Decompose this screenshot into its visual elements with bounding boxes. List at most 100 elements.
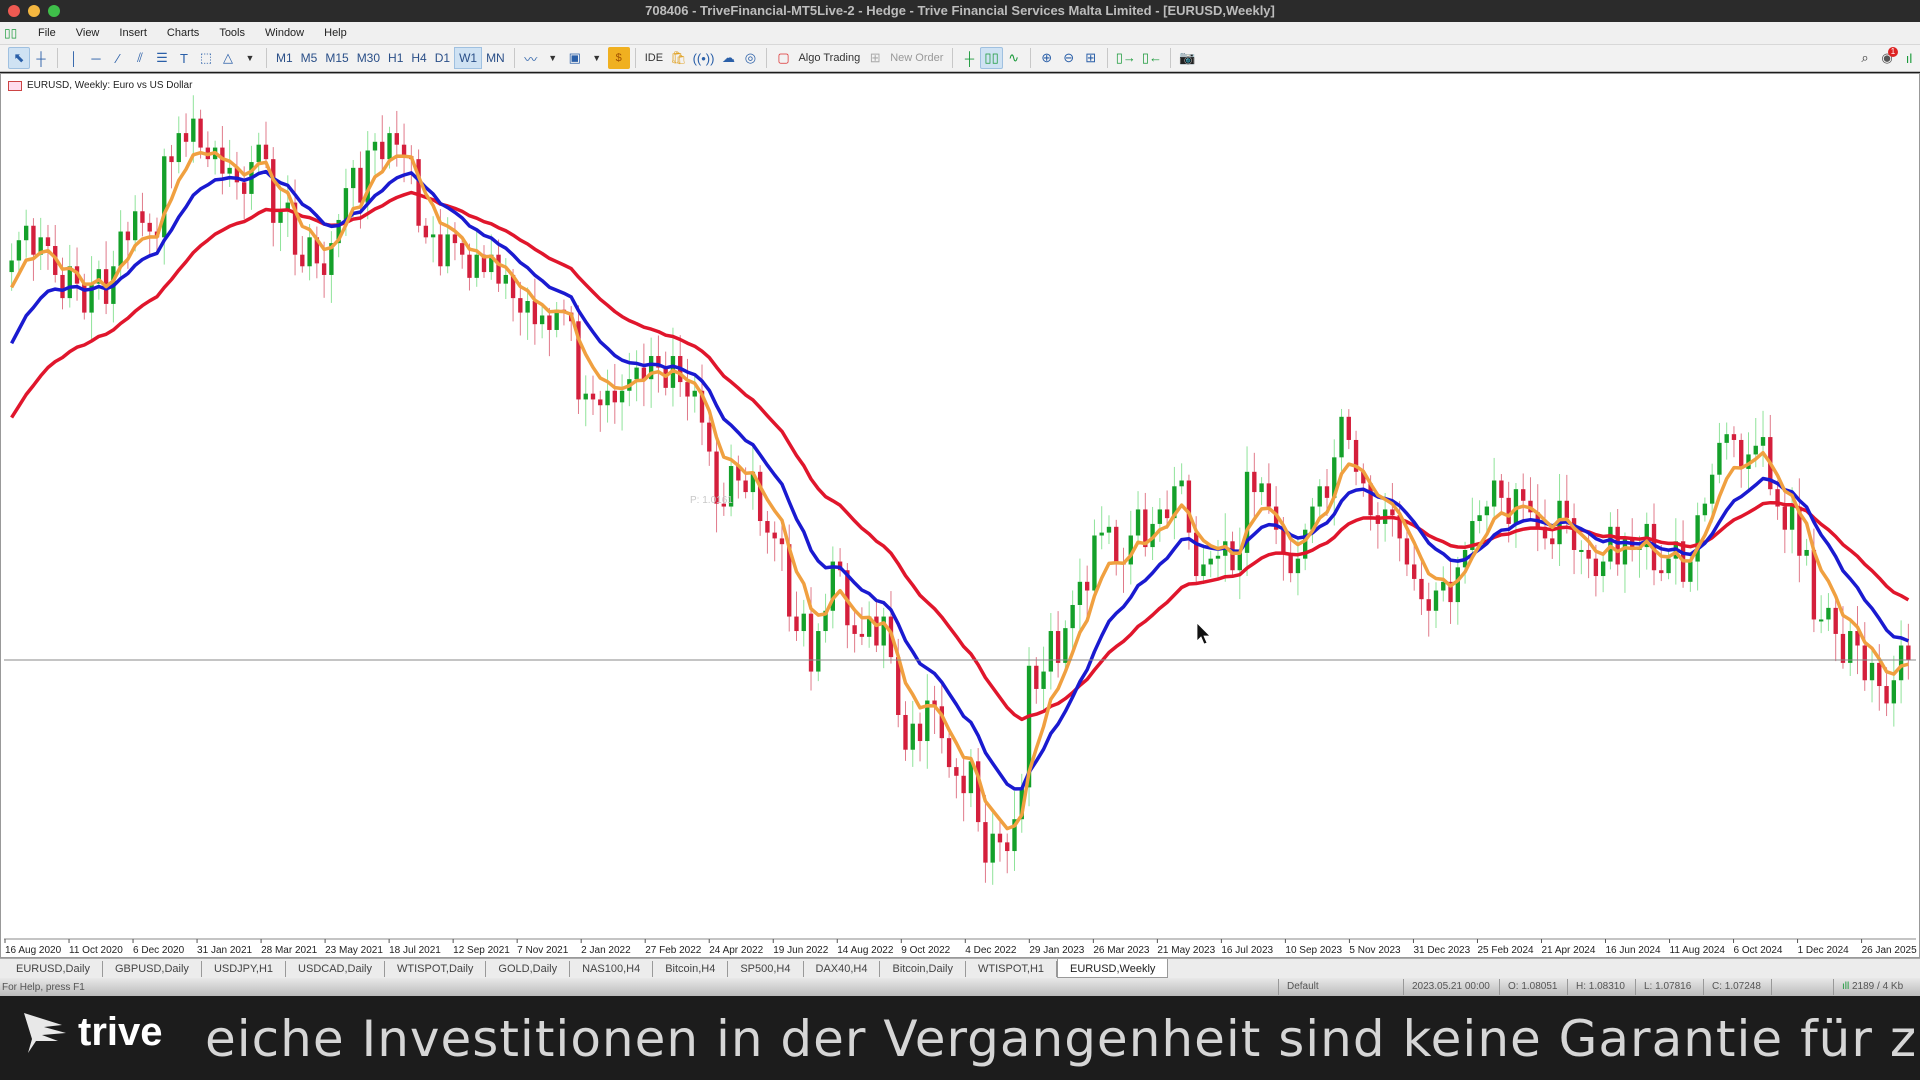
shapes-tool-icon[interactable]: △ [217,47,239,69]
timeframe-d1[interactable]: D1 [431,47,454,69]
price-chart[interactable]: 16 Aug 2020 11 Oct 2020 6 Dec 2020 31 Jan 2… [0,73,1920,958]
new-order-button[interactable]: New Order [886,52,947,64]
status-connection[interactable]: ıll 2189 / 4 Kb [1833,979,1920,995]
tab-dax40-h4[interactable]: DAX40,H4 [804,961,881,977]
menu-charts[interactable]: Charts [167,27,199,39]
time-tick-label: 21 Apr 2024 [1541,945,1595,956]
timeframe-w1[interactable]: W1 [454,47,483,69]
crosshair-tool-icon[interactable]: ┼ [30,47,52,69]
rectangle-tool-icon[interactable]: ⬚ [195,47,217,69]
time-tick-label: 4 Dec 2022 [965,945,1017,956]
channel-icon[interactable]: ⫽ [129,47,151,69]
deposit-icon[interactable]: $ [607,47,630,69]
vertical-line-icon[interactable]: │ [63,47,85,69]
maximize-window-button[interactable] [48,5,60,17]
tab-bitcoin-h4[interactable]: Bitcoin,H4 [653,961,729,977]
auto-scroll-icon[interactable]: ▯→ [1113,47,1139,69]
status-close: C: 1.07248 [1703,979,1771,995]
tab-sp500-h4[interactable]: SP500,H4 [728,961,804,977]
tab-nas100-h4[interactable]: NAS100,H4 [570,961,654,977]
indicators-dropdown-icon[interactable]: ▼ [542,47,564,69]
menu-tools[interactable]: Tools [219,27,245,39]
tab-wtispot-h1[interactable]: WTISPOT,H1 [966,961,1058,977]
ide-button[interactable]: IDE [641,52,667,64]
text-tool-icon[interactable]: T [173,47,195,69]
indicators-icon[interactable]: 〰 [520,47,542,69]
account-icon[interactable]: ◉ 1 [1876,47,1898,69]
zoom-in-icon[interactable]: ⊕ [1036,47,1058,69]
candle-bullish [307,237,312,267]
algo-trading-button[interactable]: Algo Trading [794,52,864,64]
candle-bearish [198,118,203,148]
menu-insert[interactable]: Insert [119,27,147,39]
candle-bullish [256,144,261,163]
timeframe-m1[interactable]: M1 [272,47,297,69]
signals-icon[interactable]: ((•)) [690,47,718,69]
search-icon[interactable]: ⌕ [1854,47,1876,69]
chart-shift-icon[interactable]: ▯← [1139,47,1165,69]
chart-tabs: EURUSD,Daily GBPUSD,Daily USDJPY,H1 USDC… [0,958,1920,978]
timeframe-m15[interactable]: M15 [321,47,352,69]
shapes-dropdown-icon[interactable]: ▼ [239,47,261,69]
status-datetime: 2023.05.21 00:00 [1403,979,1499,995]
candle-bearish [917,723,923,742]
minimize-window-button[interactable] [28,5,40,17]
candle-bullish [351,167,356,189]
candle-bearish [1390,509,1395,516]
tab-wtispot-daily[interactable]: WTISPOT,Daily [385,961,487,977]
zoom-out-icon[interactable]: ⊖ [1058,47,1080,69]
menu-help[interactable]: Help [324,27,347,39]
candle-bearish [1862,645,1867,681]
tab-eurusd-daily[interactable]: EURUSD,Daily [4,961,103,977]
new-order-icon[interactable]: ⊞ [864,47,886,69]
market-bag-icon[interactable]: 🛍 [667,47,690,69]
tab-gbpusd-daily[interactable]: GBPUSD,Daily [103,961,202,977]
candle-bearish [1266,483,1272,507]
time-tick-label: 18 Jul 2021 [389,945,441,956]
time-tick-label: 24 Apr 2022 [709,945,763,956]
templates-dropdown-icon[interactable]: ▼ [586,47,608,69]
candle-bullish [1804,549,1809,556]
status-profile[interactable]: Default [1278,979,1403,995]
vps-cloud-icon[interactable]: ☁ [717,47,739,69]
timeframe-m30[interactable]: M30 [353,47,384,69]
menu-view[interactable]: View [76,27,100,39]
candle-bearish [1884,686,1889,704]
time-tick-label: 31 Dec 2023 [1413,945,1470,956]
tab-gold-daily[interactable]: GOLD,Daily [486,961,571,977]
screenshot-icon[interactable]: 📷 [1176,47,1198,69]
horizontal-line-icon[interactable]: ─ [85,47,107,69]
candle-bearish [242,182,247,194]
timeframe-m5[interactable]: M5 [297,47,322,69]
menu-file[interactable]: File [38,27,56,39]
timeframe-h1[interactable]: H1 [384,47,407,69]
candle-bullish [474,254,479,278]
candle-bullish [1608,526,1613,562]
close-window-button[interactable] [8,5,20,17]
fibonacci-icon[interactable]: ☰ [151,47,173,69]
templates-icon[interactable]: ▣ [564,47,586,69]
algo-trading-icon[interactable]: ▢ [772,47,794,69]
candle-bearish [60,274,65,299]
tab-eurusd-weekly[interactable]: EURUSD,Weekly [1057,959,1169,978]
timeframe-h4[interactable]: H4 [407,47,430,69]
tab-usdjpy-h1[interactable]: USDJPY,H1 [202,961,287,977]
bar-chart-icon[interactable]: ┼ [958,47,980,69]
notification-badge: 1 [1888,47,1898,57]
candle-bearish [903,714,908,750]
cursor-tool-icon[interactable]: ⬉ [8,47,30,69]
menu-window[interactable]: Window [265,27,304,39]
line-chart-icon[interactable]: ∿ [1003,47,1025,69]
candle-bullish [132,211,138,241]
tile-windows-icon[interactable]: ⊞ [1080,47,1102,69]
candle-bearish [743,480,748,493]
tab-usdcad-daily[interactable]: USDCAD,Daily [286,961,386,977]
brand-name: trive [78,1010,163,1054]
add-account-icon[interactable]: ◎ [739,47,761,69]
tab-bitcoin-daily[interactable]: Bitcoin,Daily [880,961,967,977]
candle-bearish [772,532,777,539]
timeframe-mn[interactable]: MN [482,47,509,69]
trendline-icon[interactable]: ⁄ [107,47,129,69]
candlestick-chart-icon[interactable]: ▯▯ [980,47,1003,69]
candle-bullish [162,156,167,238]
